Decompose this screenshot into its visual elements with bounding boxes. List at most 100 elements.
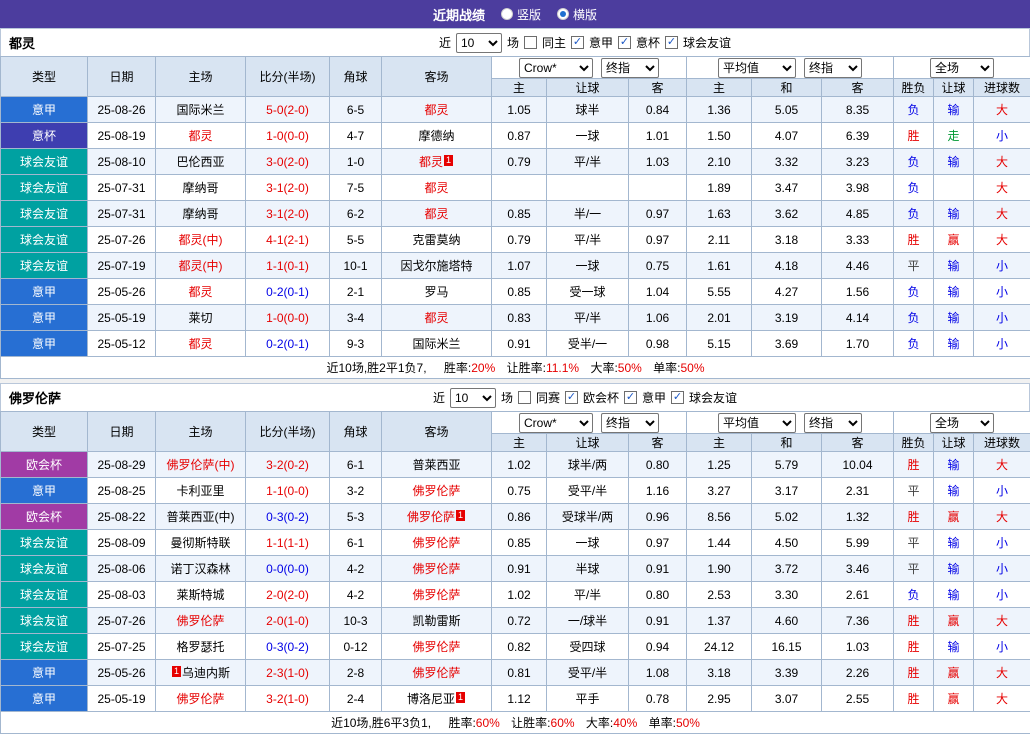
team-name-link[interactable]: 巴伦西亚 bbox=[176, 155, 224, 169]
team-name-link[interactable]: 博洛尼亚 bbox=[407, 692, 455, 706]
full-match-select[interactable]: 全场 bbox=[930, 413, 994, 433]
layout-radio-horizontal[interactable]: 横版 bbox=[557, 6, 597, 23]
avg-away-odds: 5.99 bbox=[822, 530, 894, 556]
team-name-link[interactable]: 佛罗伦萨 bbox=[412, 640, 460, 654]
match-score: 1-0(0-0) bbox=[246, 123, 330, 149]
league-type-badge: 意甲 bbox=[1, 478, 88, 504]
avg-draw-odds: 3.32 bbox=[752, 149, 822, 175]
team-name-link[interactable]: 佛罗伦萨 bbox=[412, 562, 460, 576]
same-competition-checkbox[interactable] bbox=[518, 391, 531, 404]
avg-away-odds: 8.35 bbox=[822, 97, 894, 123]
league-checkbox-2[interactable] bbox=[665, 36, 678, 49]
crow-handicap-line: 受一球 bbox=[547, 279, 629, 305]
crow-home-odds: 0.87 bbox=[492, 123, 547, 149]
team-name-link[interactable]: 佛罗伦萨 bbox=[407, 510, 455, 524]
team-name-link[interactable]: 摩纳哥 bbox=[182, 181, 218, 195]
team-name-link[interactable]: 国际米兰 bbox=[412, 337, 460, 351]
team-name-link[interactable]: 莱切 bbox=[188, 311, 212, 325]
team-name-link[interactable]: 国际米兰 bbox=[176, 103, 224, 117]
match-score: 5-0(2-0) bbox=[246, 97, 330, 123]
away-team: 凯勒雷斯 bbox=[382, 608, 492, 634]
team-name-link[interactable]: 佛罗伦萨 bbox=[412, 666, 460, 680]
league-checkbox-2[interactable] bbox=[671, 391, 684, 404]
matches-table: 类型 日期 主场 比分(半场) 角球 客场 Crow* 终指 平均值 终指 bbox=[0, 411, 1030, 734]
team-name-link[interactable]: 凯勒雷斯 bbox=[412, 614, 460, 628]
subcol-crow-away: 客 bbox=[629, 79, 687, 97]
avg-home-odds: 2.01 bbox=[687, 305, 752, 331]
team-name-link[interactable]: 都灵 bbox=[424, 181, 448, 195]
team-name-link[interactable]: 佛罗伦萨 bbox=[176, 614, 224, 628]
team-name-link[interactable]: 都灵 bbox=[424, 207, 448, 221]
team-name-link[interactable]: 卡利亚里 bbox=[176, 484, 224, 498]
layout-radio-vertical[interactable]: 竖版 bbox=[501, 6, 541, 23]
away-team: 都灵 bbox=[382, 175, 492, 201]
average-time-select[interactable]: 终指 bbox=[804, 58, 862, 78]
league-checkbox-1[interactable] bbox=[624, 391, 637, 404]
result-win-loss: 胜 bbox=[894, 608, 934, 634]
subcol-handicap-result: 让球 bbox=[934, 79, 974, 97]
team-name-link[interactable]: 摩德纳 bbox=[418, 129, 454, 143]
team-name-link[interactable]: 都灵 bbox=[188, 129, 212, 143]
home-team: 诺丁汉森林 bbox=[156, 556, 246, 582]
team-name-link[interactable]: 格罗瑟托 bbox=[176, 640, 224, 654]
avg-away-odds: 4.85 bbox=[822, 201, 894, 227]
corner-count: 2-1 bbox=[330, 279, 382, 305]
full-match-select[interactable]: 全场 bbox=[930, 58, 994, 78]
crow-away-odds: 0.84 bbox=[629, 97, 687, 123]
average-time-select[interactable]: 终指 bbox=[804, 413, 862, 433]
odds-source-select[interactable]: Crow* bbox=[519, 58, 593, 78]
team-name-link[interactable]: 莱斯特城 bbox=[176, 588, 224, 602]
team-name-link[interactable]: 佛罗伦萨(中) bbox=[167, 458, 235, 472]
crow-home-odds: 0.82 bbox=[492, 634, 547, 660]
team-name-link[interactable]: 诺丁汉森林 bbox=[170, 562, 230, 576]
league-checkbox-0[interactable] bbox=[565, 391, 578, 404]
away-team: 克雷莫纳 bbox=[382, 227, 492, 253]
result-goals: 小 bbox=[974, 556, 1030, 582]
average-source-select[interactable]: 平均值 bbox=[718, 413, 796, 433]
same-home-checkbox[interactable] bbox=[524, 36, 537, 49]
recent-count-select[interactable]: 10 bbox=[456, 33, 502, 53]
crow-home-odds: 0.79 bbox=[492, 149, 547, 175]
team-name-link[interactable]: 都灵 bbox=[419, 155, 443, 169]
team-name-link[interactable]: 曼彻斯特联 bbox=[170, 536, 230, 550]
team-name-link[interactable]: 克雷莫纳 bbox=[412, 233, 460, 247]
recent-count-select[interactable]: 10 bbox=[450, 388, 496, 408]
team-name-link[interactable]: 都灵 bbox=[424, 103, 448, 117]
team-name-link[interactable]: 佛罗伦萨 bbox=[412, 484, 460, 498]
home-team: 莱切 bbox=[156, 305, 246, 331]
red-card-badge: 1 bbox=[444, 155, 453, 166]
crow-away-odds: 1.08 bbox=[629, 660, 687, 686]
crow-away-odds: 1.01 bbox=[629, 123, 687, 149]
stat-value: 20% bbox=[471, 361, 495, 375]
team-name-link[interactable]: 都灵 bbox=[188, 285, 212, 299]
home-team: 都灵(中) bbox=[156, 227, 246, 253]
team-name-link[interactable]: 普莱西亚 bbox=[412, 458, 460, 472]
odds-time-select[interactable]: 终指 bbox=[601, 58, 659, 78]
odds-time-select[interactable]: 终指 bbox=[601, 413, 659, 433]
team-name-link[interactable]: 佛罗伦萨 bbox=[412, 588, 460, 602]
result-handicap: 输 bbox=[934, 97, 974, 123]
team-name-link[interactable]: 都灵(中) bbox=[179, 259, 223, 273]
corner-count: 5-3 bbox=[330, 504, 382, 530]
col-header-score: 比分(半场) bbox=[246, 412, 330, 452]
team-name-link[interactable]: 都灵(中) bbox=[179, 233, 223, 247]
crow-away-odds: 1.03 bbox=[629, 149, 687, 175]
team-name-link[interactable]: 因戈尔施塔特 bbox=[400, 259, 472, 273]
average-source-select[interactable]: 平均值 bbox=[718, 58, 796, 78]
match-date: 25-05-12 bbox=[88, 331, 156, 357]
odds-source-select[interactable]: Crow* bbox=[519, 413, 593, 433]
crow-handicap-line: 受球半/两 bbox=[547, 504, 629, 530]
crow-away-odds: 1.16 bbox=[629, 478, 687, 504]
league-checkbox-1[interactable] bbox=[618, 36, 631, 49]
team-name-link[interactable]: 佛罗伦萨 bbox=[412, 536, 460, 550]
result-win-loss: 胜 bbox=[894, 227, 934, 253]
team-name-link[interactable]: 都灵 bbox=[188, 337, 212, 351]
team-name-link[interactable]: 佛罗伦萨 bbox=[176, 692, 224, 706]
team-name-link[interactable]: 摩纳哥 bbox=[182, 207, 218, 221]
team-name-link[interactable]: 罗马 bbox=[424, 285, 448, 299]
team-name-link[interactable]: 普莱西亚(中) bbox=[167, 510, 235, 524]
league-checkbox-0[interactable] bbox=[571, 36, 584, 49]
away-team: 都灵 bbox=[382, 305, 492, 331]
team-name-link[interactable]: 乌迪内斯 bbox=[182, 666, 230, 680]
team-name-link[interactable]: 都灵 bbox=[424, 311, 448, 325]
